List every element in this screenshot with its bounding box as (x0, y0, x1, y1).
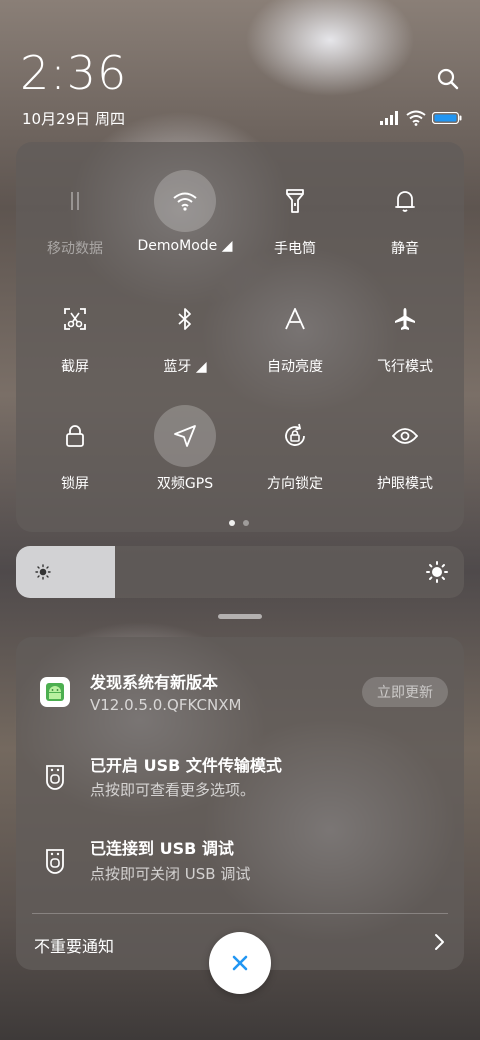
notification-usb-transfer[interactable]: 已开启 USB 文件传输模式 点按即可查看更多选项。 (16, 737, 464, 811)
tile-label: DemoMode ◢ (137, 238, 233, 254)
brightness-high-icon (426, 561, 448, 583)
date[interactable]: 10月29日 周四 (22, 108, 125, 129)
wifi-icon (406, 110, 426, 126)
tile-auto-brightness[interactable]: 自动亮度 (240, 288, 350, 388)
notification-title: 发现系统有新版本 (90, 673, 219, 692)
flashlight-icon (264, 170, 326, 232)
bell-icon (374, 170, 436, 232)
tile-label: 双频GPS (156, 476, 214, 492)
tile-flashlight[interactable]: 手电筒 (240, 170, 350, 270)
close-icon (232, 955, 248, 971)
usb-icon (40, 845, 70, 875)
clear-all-button[interactable] (209, 932, 271, 994)
notification-title: 已连接到 USB 调试 (90, 839, 234, 858)
wifi-icon (154, 170, 216, 232)
lock-icon (44, 405, 106, 467)
notification-subtitle: 点按即可查看更多选项。 (90, 781, 256, 799)
rotation-lock-icon (264, 405, 326, 467)
status-icons (380, 110, 462, 126)
quick-settings-panel: 移动数据 DemoMode ◢ 手电筒 静音 截屏 蓝牙 ◢ 自动亮度 飞行模式… (16, 142, 464, 532)
page-indicator (227, 520, 253, 528)
battery-icon (432, 112, 462, 124)
location-arrow-icon (154, 405, 216, 467)
page-dot-active (229, 520, 235, 526)
notification-subtitle: V12.0.5.0.QFKCNXM (90, 696, 242, 714)
tile-screenshot[interactable]: 截屏 (20, 288, 130, 388)
update-now-button[interactable]: 立即更新 (362, 677, 448, 707)
tile-wifi[interactable]: DemoMode ◢ (130, 170, 240, 270)
drag-handle[interactable] (218, 614, 262, 619)
tile-rotation-lock[interactable]: 方向锁定 (240, 405, 350, 505)
bluetooth-icon (154, 288, 216, 350)
tile-airplane[interactable]: 飞行模式 (350, 288, 460, 388)
tile-label: 截屏 (61, 359, 89, 375)
notification-system-update[interactable]: 发现系统有新版本 V12.0.5.0.QFKCNXM 立即更新 (16, 637, 464, 721)
search-icon[interactable] (437, 68, 459, 90)
mobile-data-icon (44, 170, 106, 232)
tile-label: 移动数据 (47, 241, 103, 257)
brightness-fill (16, 546, 115, 598)
tile-mobile-data[interactable]: 移动数据 (20, 170, 130, 270)
tile-lock-screen[interactable]: 锁屏 (20, 405, 130, 505)
tile-label: 飞行模式 (377, 359, 433, 375)
tile-label: 方向锁定 (267, 476, 323, 492)
tile-label: 蓝牙 ◢ (163, 359, 207, 375)
unimportant-notifications-link[interactable]: 不重要通知 (34, 933, 114, 957)
notification-subtitle: 点按即可关闭 USB 调试 (90, 865, 251, 883)
divider (32, 913, 448, 914)
airplane-icon (374, 288, 436, 350)
auto-brightness-icon (264, 288, 326, 350)
tile-eye-comfort[interactable]: 护眼模式 (350, 405, 460, 505)
android-update-icon (40, 677, 70, 707)
tile-label: 静音 (391, 241, 419, 257)
eye-icon (374, 405, 436, 467)
tile-gps[interactable]: 双频GPS (130, 405, 240, 505)
notification-title: 已开启 USB 文件传输模式 (90, 756, 282, 775)
brightness-slider[interactable] (16, 546, 464, 598)
chevron-right-icon[interactable] (432, 933, 446, 951)
tile-label: 锁屏 (61, 476, 89, 492)
clock[interactable]: 2:36 (20, 48, 127, 98)
page-dot (243, 520, 249, 526)
notification-panel: 发现系统有新版本 V12.0.5.0.QFKCNXM 立即更新 已开启 USB … (16, 637, 464, 970)
notification-usb-debug[interactable]: 已连接到 USB 调试 点按即可关闭 USB 调试 (16, 823, 464, 897)
screenshot-icon (44, 288, 106, 350)
usb-icon (40, 761, 70, 791)
brightness-low-icon (35, 564, 51, 580)
tile-label: 护眼模式 (377, 476, 433, 492)
tile-label: 自动亮度 (267, 359, 323, 375)
tile-label: 手电筒 (274, 241, 316, 257)
tile-bluetooth[interactable]: 蓝牙 ◢ (130, 288, 240, 388)
tile-silent[interactable]: 静音 (350, 170, 460, 270)
signal-icon (380, 111, 398, 125)
